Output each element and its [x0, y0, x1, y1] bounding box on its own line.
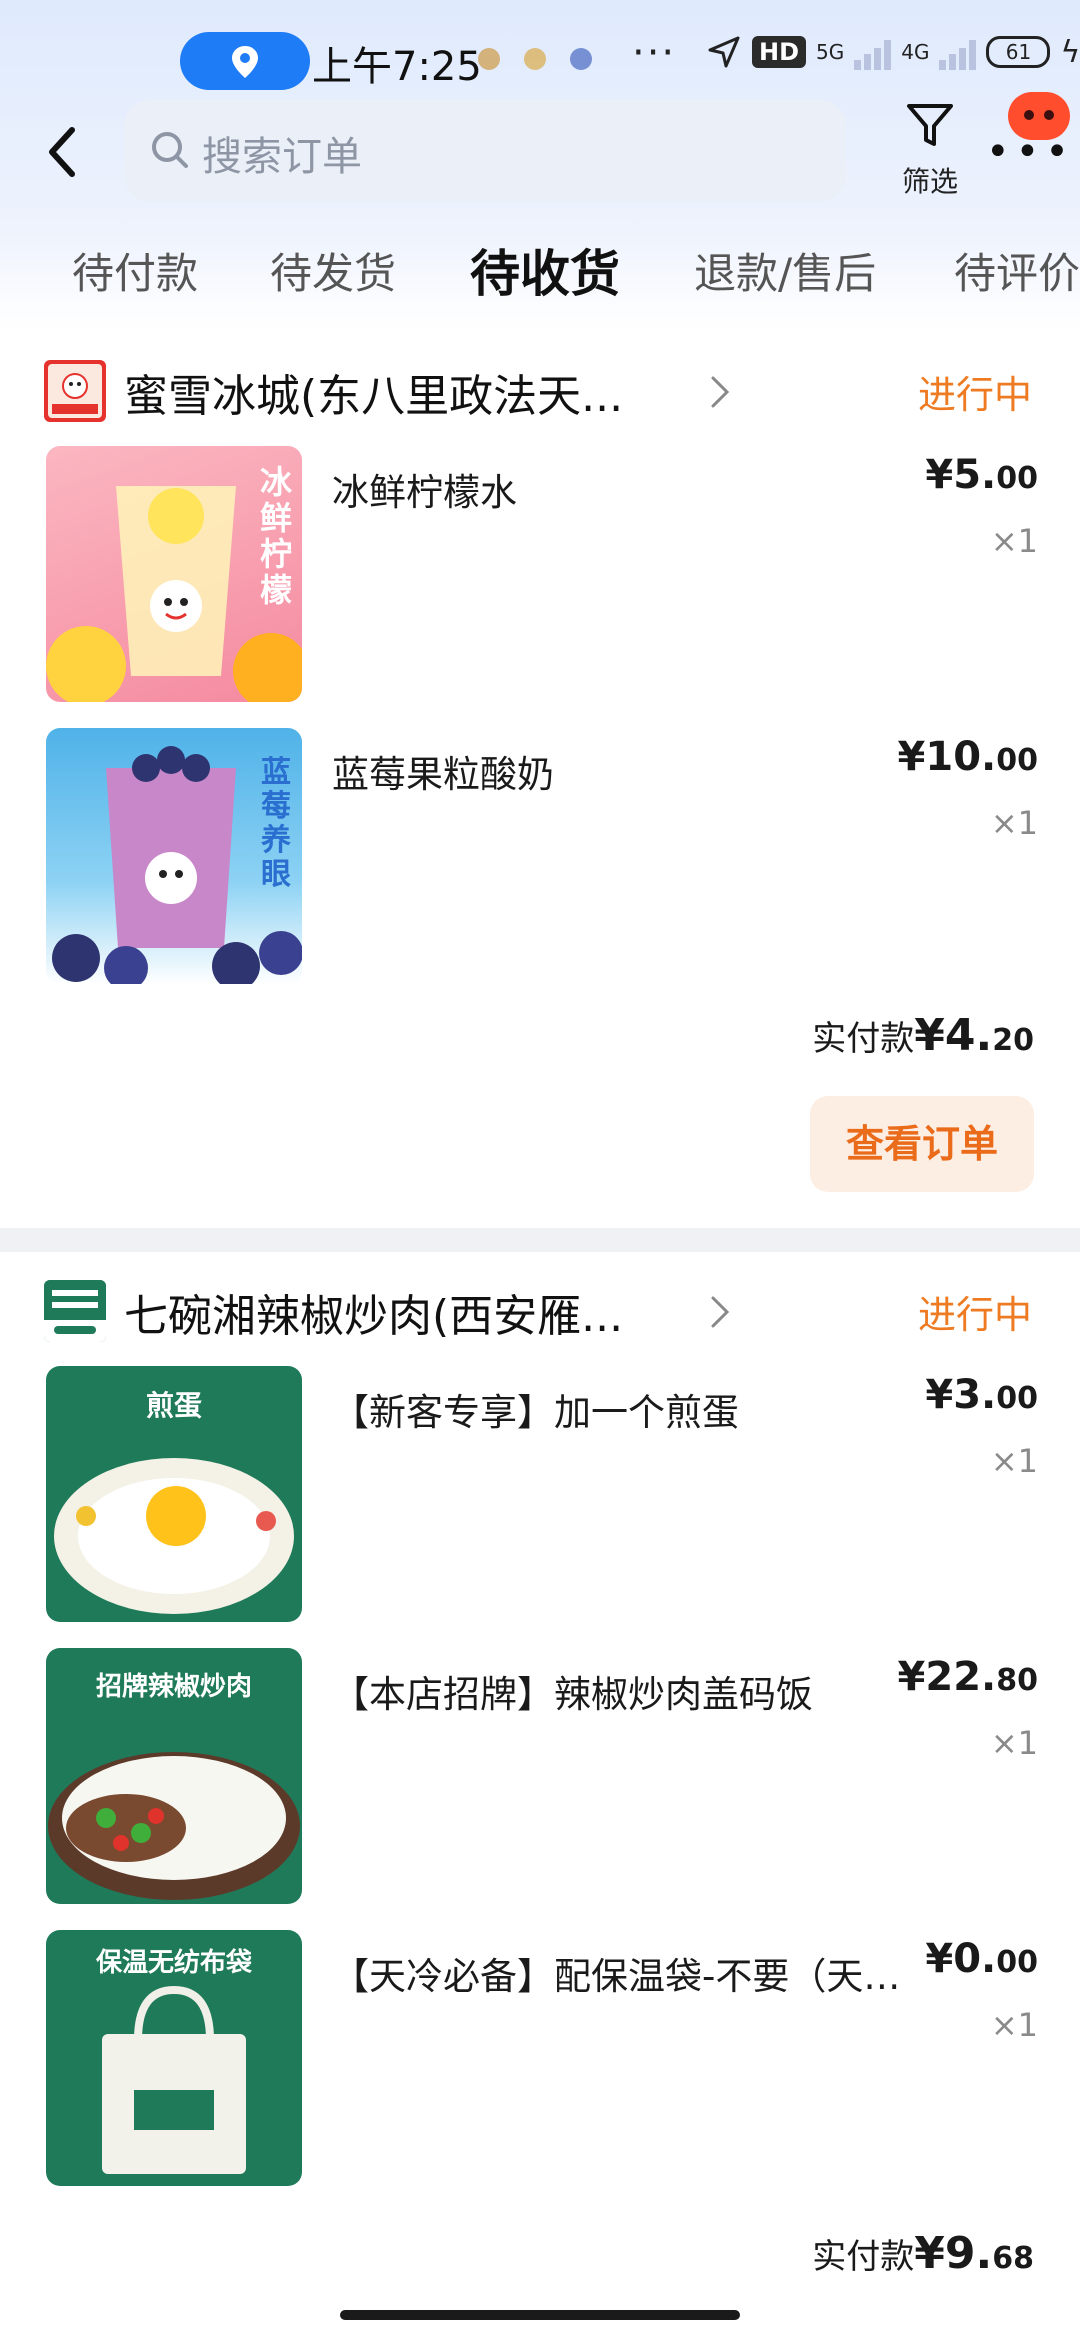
app-notification-icon: [478, 48, 500, 70]
navigation-arrow-icon: [708, 36, 740, 68]
product-thumbnail: 冰鲜柠檬: [46, 446, 302, 702]
order-item[interactable]: 冰鲜柠檬 冰鲜柠檬水 ¥5.00 ×1: [0, 446, 1080, 702]
item-quantity: ×1: [990, 804, 1038, 842]
product-thumbnail: 蓝莓养眼: [46, 728, 302, 984]
location-indicator[interactable]: [180, 32, 310, 90]
tab-pending-shipment[interactable]: 待发货: [270, 240, 396, 301]
status-right: HD 5G 4G 61 ϟ: [706, 34, 1080, 70]
order-status: 进行中: [917, 373, 1032, 417]
order-card: 七碗湘辣椒炒肉(西安雁... 进行中 煎蛋 【新客专享】加一个煎蛋 ¥3.00 …: [0, 1262, 1080, 2302]
item-name: 【天冷必备】配保温袋-不要（天冷...: [332, 1955, 932, 1998]
tab-refund-aftersales[interactable]: 退款/售后: [694, 240, 876, 301]
signal-bars-icon: [854, 34, 892, 70]
item-price: ¥22.80: [897, 1654, 1038, 1700]
more-notifications-icon: ···: [632, 30, 677, 76]
store-name: 蜜雪冰城(东八里政法天...: [124, 371, 624, 422]
app-notification-icon: [524, 48, 546, 70]
filter-button[interactable]: 筛选: [878, 98, 982, 208]
order-status-tabs: 待付款 待发货 待收货 退款/售后 待评价: [0, 230, 1080, 320]
location-pin-icon: [232, 46, 258, 78]
back-arrow-icon[interactable]: [38, 122, 88, 182]
item-quantity: ×1: [990, 1724, 1038, 1762]
tab-pending-payment[interactable]: 待付款: [72, 240, 198, 301]
item-quantity: ×1: [990, 1442, 1038, 1480]
app-notification-icon: [570, 48, 592, 70]
search-placeholder: 搜索订单: [202, 134, 362, 180]
tab-pending-receipt[interactable]: 待收货: [470, 234, 620, 306]
item-name: 【本店招牌】辣椒炒肉盖码饭: [332, 1673, 813, 1716]
order-item[interactable]: 蓝莓养眼 蓝莓果粒酸奶 ¥10.00 ×1: [0, 728, 1080, 984]
item-name: 蓝莓果粒酸奶: [332, 753, 554, 796]
filter-funnel-icon: [907, 104, 953, 146]
filter-label: 筛选: [901, 165, 958, 198]
order-item[interactable]: 保温无纺布袋 【天冷必备】配保温袋-不要（天冷... ¥0.00 ×1: [0, 1930, 1080, 2186]
network-4g-label: 4G: [901, 40, 930, 64]
store-row[interactable]: 蜜雪冰城(东八里政法天... 进行中: [0, 342, 1080, 432]
item-quantity: ×1: [990, 2006, 1038, 2044]
thumbnail-caption: 招牌辣椒炒肉: [95, 1672, 252, 1702]
network-5g-label: 5G: [816, 40, 845, 64]
home-indicator[interactable]: [340, 2310, 740, 2320]
store-name: 七碗湘辣椒炒肉(西安雁...: [124, 1291, 624, 1342]
order-item[interactable]: 招牌辣椒炒肉 【本店招牌】辣椒炒肉盖码饭 ¥22.80 ×1: [0, 1648, 1080, 1904]
item-name: 冰鲜柠檬水: [332, 471, 517, 514]
thumbnail-caption: 冰鲜柠檬: [259, 463, 292, 609]
search-icon: [152, 132, 188, 168]
more-dots-icon: •••: [986, 129, 1075, 175]
order-item[interactable]: 煎蛋 【新客专享】加一个煎蛋 ¥3.00 ×1: [0, 1366, 1080, 1622]
store-logo: [44, 1280, 106, 1342]
battery-level: 61: [1005, 40, 1032, 64]
signal-bars-icon: [939, 34, 977, 70]
item-price: ¥5.00: [925, 452, 1038, 498]
chevron-right-icon: [711, 1296, 730, 1328]
item-quantity: ×1: [990, 522, 1038, 560]
status-bar: 上午7:25 ··· HD 5G 4G 61 ϟ: [0, 0, 1080, 110]
product-thumbnail: 招牌辣椒炒肉: [46, 1648, 302, 1904]
item-name: 【新客专享】加一个煎蛋: [332, 1391, 739, 1434]
status-time: 上午7:25: [312, 44, 482, 90]
order-status: 进行中: [917, 1293, 1032, 1337]
notification-icons: [478, 48, 592, 70]
search-input[interactable]: 搜索订单: [124, 100, 846, 202]
product-thumbnail: 煎蛋: [46, 1366, 302, 1622]
product-thumbnail: 保温无纺布袋: [46, 1930, 302, 2186]
hd-voice-badge: HD: [752, 36, 807, 68]
store-row[interactable]: 七碗湘辣椒炒肉(西安雁... 进行中: [0, 1262, 1080, 1352]
battery-icon: 61: [986, 36, 1051, 68]
chevron-right-icon: [711, 376, 730, 408]
store-logo: [44, 360, 106, 422]
paid-amount: 实付款¥9.68: [812, 2228, 1034, 2279]
thumbnail-caption: 保温无纺布袋: [95, 1948, 252, 1978]
thumbnail-caption: 煎蛋: [145, 1389, 202, 1422]
item-price: ¥0.00: [925, 1936, 1038, 1982]
charging-icon: ϟ: [1060, 34, 1080, 70]
order-card: 蜜雪冰城(东八里政法天... 进行中 冰鲜柠檬 冰鲜柠檬水 ¥5.00 ×1 蓝…: [0, 342, 1080, 1228]
item-price: ¥10.00: [897, 734, 1038, 780]
order-divider: [0, 1228, 1080, 1252]
thumbnail-caption: 蓝莓养眼: [261, 755, 291, 892]
paid-amount: 实付款¥4.20: [812, 1010, 1034, 1061]
more-menu-button[interactable]: •••: [984, 92, 1080, 172]
item-price: ¥3.00: [925, 1372, 1038, 1418]
view-order-button[interactable]: 查看订单: [810, 1096, 1034, 1192]
tab-pending-review[interactable]: 待评价: [954, 240, 1080, 301]
